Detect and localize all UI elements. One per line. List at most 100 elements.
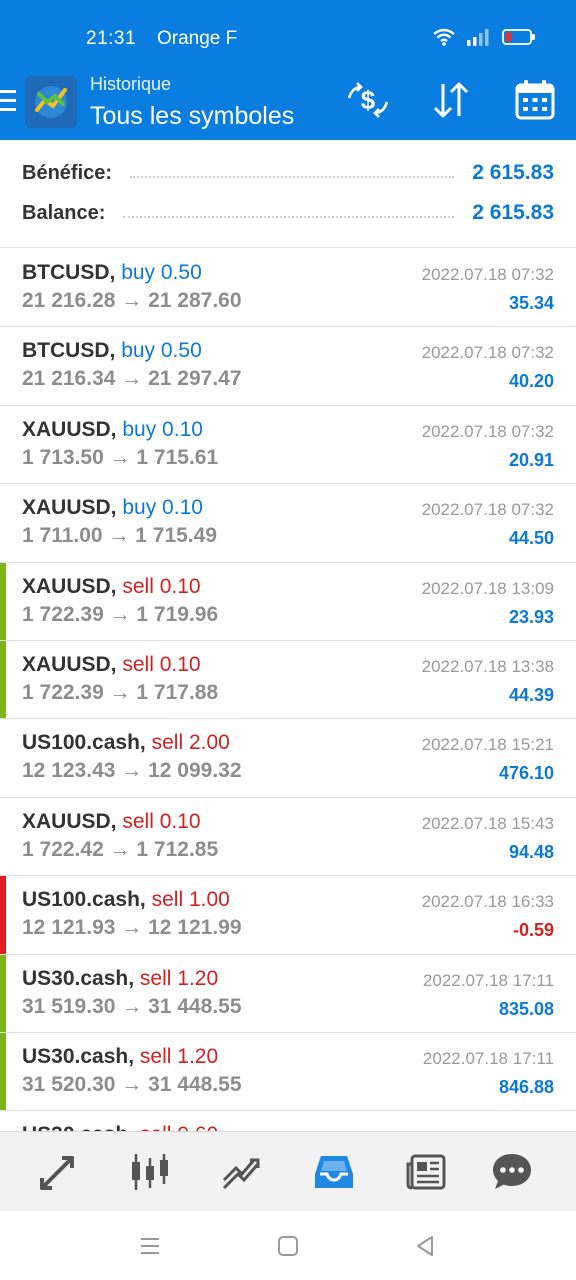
- trade-symbol: XAUUSD,: [22, 496, 117, 520]
- trade-side-volume: sell 1.20: [139, 966, 219, 990]
- trade-symbol-line: XAUUSD, sell 0.10: [22, 653, 201, 677]
- trade-side-volume: buy 0.50: [121, 261, 202, 284]
- balance-row: Balance: 2 615.83: [22, 198, 554, 228]
- news-icon[interactable]: [404, 1150, 448, 1194]
- trade-date: 2022.07.18 07:32: [421, 265, 554, 284]
- trade-symbol-line: BTCUSD, buy 0.50: [22, 339, 202, 363]
- app-bar: Historique Tous les symboles $: [0, 66, 576, 140]
- wifi-icon: [433, 28, 455, 46]
- trade-prices: 1 713.50 → 1 715.61: [22, 445, 219, 469]
- trade-row[interactable]: US100.cash, sell 1.00 12 121.93 → 12 121.…: [0, 876, 576, 955]
- trade-prices: 31 519.30 → 31 448.55: [22, 994, 242, 1018]
- trade-symbol: US100.cash,: [22, 888, 146, 912]
- trade-profit: 44.39: [508, 684, 554, 705]
- trade-row[interactable]: XAUUSD, sell 0.10 1 722.39 → 1 719.96 2022…: [0, 562, 576, 641]
- trade-date: 2022.07.18 07:32: [421, 500, 554, 520]
- summary-panel: Bénéfice: 2 615.83 Balance: 2 615.83: [0, 140, 576, 248]
- currency-exchange-icon[interactable]: $: [346, 78, 390, 122]
- result-indicator-bar: [0, 484, 6, 561]
- trade-row[interactable]: US100.cash, sell 2.00 12 123.43 → 12 099.…: [0, 719, 576, 798]
- recent-apps-icon[interactable]: [137, 1233, 163, 1259]
- history-icon[interactable]: [312, 1150, 356, 1194]
- trade-symbol-line: XAUUSD, sell 0.10: [22, 575, 201, 599]
- trade-row[interactable]: US30.cash, sell 1.20 31 520.30 → 31 448.5…: [0, 1032, 576, 1112]
- trade-symbol: XAUUSD,: [22, 809, 117, 833]
- trade-symbol: XAUUSD,: [22, 652, 117, 676]
- trade-prices: 12 121.93 → 12 121.99: [22, 916, 242, 940]
- trade-side-volume: sell 0.10: [122, 652, 201, 676]
- menu-icon[interactable]: [0, 90, 18, 114]
- trade-symbol-line: BTCUSD, buy 0.50: [22, 261, 202, 285]
- trade-profit: 846.88: [498, 1076, 554, 1097]
- trade-side-volume: buy 0.10: [122, 496, 203, 520]
- result-indicator-bar: [0, 327, 6, 404]
- trade-side-volume: sell 0.10: [122, 809, 201, 833]
- trade-profit: 40.20: [508, 371, 554, 392]
- trade-symbol: BTCUSD,: [22, 261, 116, 284]
- trade-row[interactable]: XAUUSD, sell 0.10 1 722.39 → 1 717.88 2022…: [0, 640, 576, 720]
- trade-symbol-line: XAUUSD, sell 0.10: [22, 810, 201, 834]
- trade-symbol-line: XAUUSD, buy 0.10: [22, 496, 203, 520]
- trade-row[interactable]: BTCUSD, buy 0.50 21 216.28 → 21 287.60 202…: [0, 249, 576, 328]
- calendar-icon[interactable]: [513, 78, 557, 122]
- trade-prices: 21 216.28 → 21 287.60: [22, 289, 242, 312]
- result-indicator-bar: [0, 719, 6, 796]
- profit-row: Bénéfice: 2 615.83: [22, 158, 554, 188]
- trade-date: 2022.07.18 07:32: [421, 421, 554, 441]
- trade-symbol-line: US30.cash, sell 1.20: [22, 1045, 218, 1069]
- page-title[interactable]: Tous les symboles: [90, 102, 294, 131]
- app-logo: [25, 76, 77, 128]
- result-indicator-bar: [0, 1111, 6, 1131]
- trade-symbol: XAUUSD,: [22, 417, 117, 441]
- trade-date: 2022.07.18 13:09: [421, 578, 554, 598]
- trade-row[interactable]: XAUUSD, sell 0.10 1 722.42 → 1 712.85 2022…: [0, 798, 576, 877]
- trade-symbol: US100.cash,: [22, 731, 146, 755]
- trade-profit: 35.34: [508, 293, 554, 313]
- result-indicator-bar: [0, 876, 6, 954]
- trade-profit: 23.93: [508, 606, 554, 627]
- trade-history-list[interactable]: BTCUSD, buy 0.50 21 216.28 → 21 287.60 202…: [0, 249, 576, 1131]
- trade-profit: 44.50: [508, 528, 554, 549]
- trade-prices: 1 722.42 → 1 712.85: [22, 837, 219, 861]
- home-icon[interactable]: [275, 1233, 301, 1259]
- trade-date: 2022.07.18 15:21: [421, 735, 554, 755]
- trade-symbol: US30.cash,: [22, 1044, 135, 1068]
- trade-symbol: XAUUSD,: [22, 574, 117, 598]
- trade-symbol: BTCUSD,: [22, 339, 116, 363]
- trade-side-volume: buy 0.50: [121, 339, 202, 363]
- signal-icon: [467, 29, 489, 46]
- trade-row[interactable]: BTCUSD, buy 0.50 21 216.34 → 21 297.47 202…: [0, 327, 576, 406]
- dotted-leader: [123, 216, 455, 218]
- trade-row[interactable]: US30.cash, sell 1.20 31 519.30 → 31 448.5…: [0, 954, 576, 1033]
- profit-value: 2 615.83: [472, 161, 554, 184]
- dotted-leader: [130, 176, 455, 178]
- trade-prices: 21 216.34 → 21 297.47: [22, 367, 242, 391]
- trade-profit: 476.10: [498, 763, 554, 784]
- trade-row[interactable]: US30.cash, sell 0.60: [0, 1111, 576, 1131]
- chart-icon[interactable]: [128, 1150, 172, 1194]
- trade-symbol-line: US30.cash, sell 0.60: [22, 1123, 218, 1131]
- trade-prices: 12 123.43 → 12 099.32: [22, 759, 242, 783]
- trade-symbol-line: US30.cash, sell 1.20: [22, 967, 218, 991]
- battery-icon: [502, 29, 535, 45]
- trade-date: 2022.07.18 17:11: [422, 1048, 554, 1068]
- quotes-icon[interactable]: [36, 1150, 80, 1194]
- trade-profit: 835.08: [498, 998, 554, 1019]
- trade-row[interactable]: XAUUSD, buy 0.10 1 711.00 → 1 715.49 2022.…: [0, 484, 576, 563]
- trade-row[interactable]: XAUUSD, buy 0.10 1 713.50 → 1 715.61 2022.…: [0, 406, 576, 485]
- trade-side-volume: sell 0.10: [122, 574, 201, 598]
- trade-side-volume: sell 0.60: [140, 1123, 218, 1131]
- trade-symbol-line: US100.cash, sell 2.00: [22, 731, 230, 755]
- trade-profit: 94.48: [508, 841, 554, 862]
- trade-icon[interactable]: [220, 1150, 264, 1194]
- back-icon[interactable]: [412, 1233, 438, 1259]
- trade-side-volume: sell 2.00: [151, 731, 230, 755]
- status-bar: 21:31 Orange F: [0, 0, 576, 66]
- trade-date: 2022.07.18 17:11: [422, 970, 554, 990]
- trade-symbol: US30.cash,: [22, 1123, 134, 1131]
- chat-icon[interactable]: [490, 1150, 534, 1194]
- trade-side-volume: sell 1.20: [139, 1044, 219, 1068]
- sort-icon[interactable]: [429, 78, 473, 122]
- status-carrier: Orange F: [157, 28, 238, 49]
- trade-prices: 1 711.00 → 1 715.49: [22, 524, 217, 548]
